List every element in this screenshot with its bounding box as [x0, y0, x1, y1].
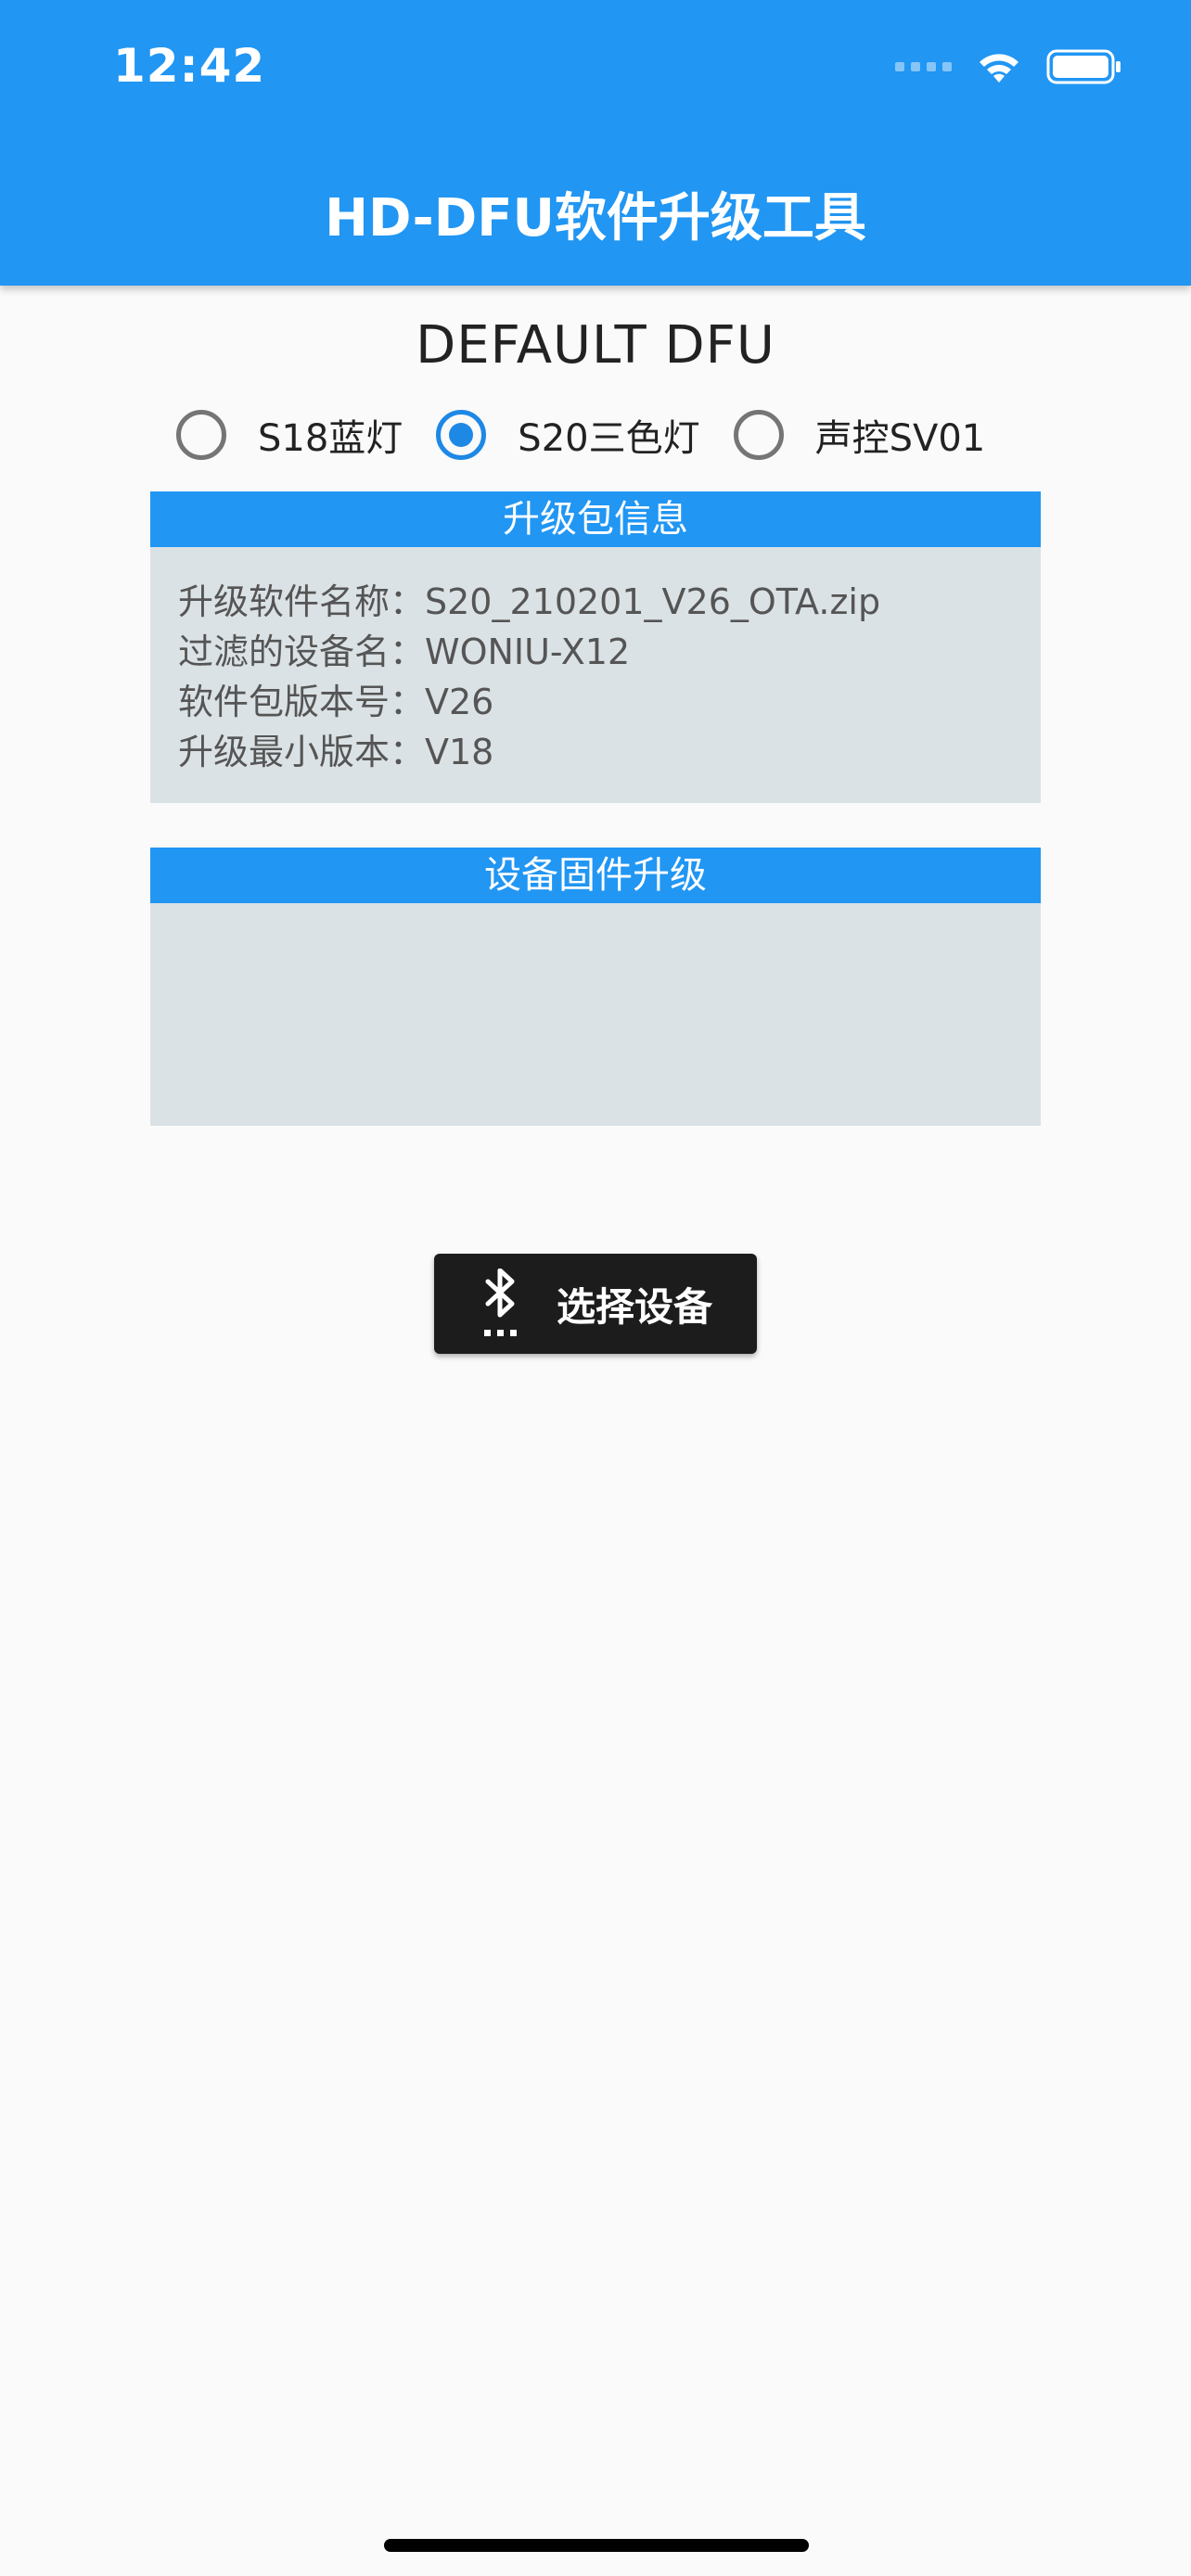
- radio-label: S18蓝灯: [258, 417, 403, 460]
- cellular-signal-icon: [895, 62, 952, 71]
- home-indicator[interactable]: [384, 2539, 809, 2552]
- package-name-line: 升级软件名称：S20_210201_V26_OTA.zip: [178, 581, 881, 622]
- firmware-upgrade-header: 设备固件升级: [150, 848, 1041, 903]
- firmware-upgrade-panel: 设备固件升级: [150, 848, 1041, 1126]
- status-icons: [895, 48, 1122, 85]
- radio-option-s20[interactable]: S20三色灯: [436, 408, 700, 462]
- battery-icon: [1046, 49, 1121, 84]
- package-info-lines: 升级软件名称：S20_210201_V26_OTA.zip 过滤的设备名：WON…: [150, 547, 1041, 777]
- select-device-button[interactable]: 选择设备: [434, 1254, 757, 1354]
- radio-label: 声控SV01: [814, 417, 986, 460]
- package-version-line: 软件包版本号：V26: [178, 682, 494, 722]
- min-version-line: 升级最小版本：V18: [178, 732, 494, 772]
- radio-option-s18[interactable]: S18蓝灯: [176, 408, 403, 462]
- status-time: 12:42: [113, 39, 266, 93]
- app-title: HD-DFU软件升级工具: [325, 188, 866, 249]
- radio-button-selected-icon[interactable]: [436, 410, 487, 460]
- select-device-label: 选择设备: [556, 1283, 712, 1330]
- radio-option-sv01[interactable]: 声控SV01: [733, 408, 986, 462]
- filter-device-name-line: 过滤的设备名：WONIU-X12: [178, 631, 631, 672]
- radio-label: S20三色灯: [518, 417, 700, 460]
- device-type-radio-group: S18蓝灯 S20三色灯 声控SV01: [176, 408, 1018, 462]
- radio-button-icon[interactable]: [176, 410, 226, 460]
- mode-title: DEFAULT DFU: [416, 315, 775, 376]
- package-info-header: 升级包信息: [150, 491, 1041, 547]
- package-info-panel: 升级包信息 升级软件名称：S20_210201_V26_OTA.zip 过滤的设…: [150, 491, 1041, 803]
- wifi-icon: [980, 54, 1018, 83]
- app-bar: 12:42 HD-DFU软件升级工具: [0, 0, 1191, 286]
- radio-button-icon[interactable]: [733, 410, 784, 460]
- bluetooth-searching-icon: [483, 1269, 517, 1336]
